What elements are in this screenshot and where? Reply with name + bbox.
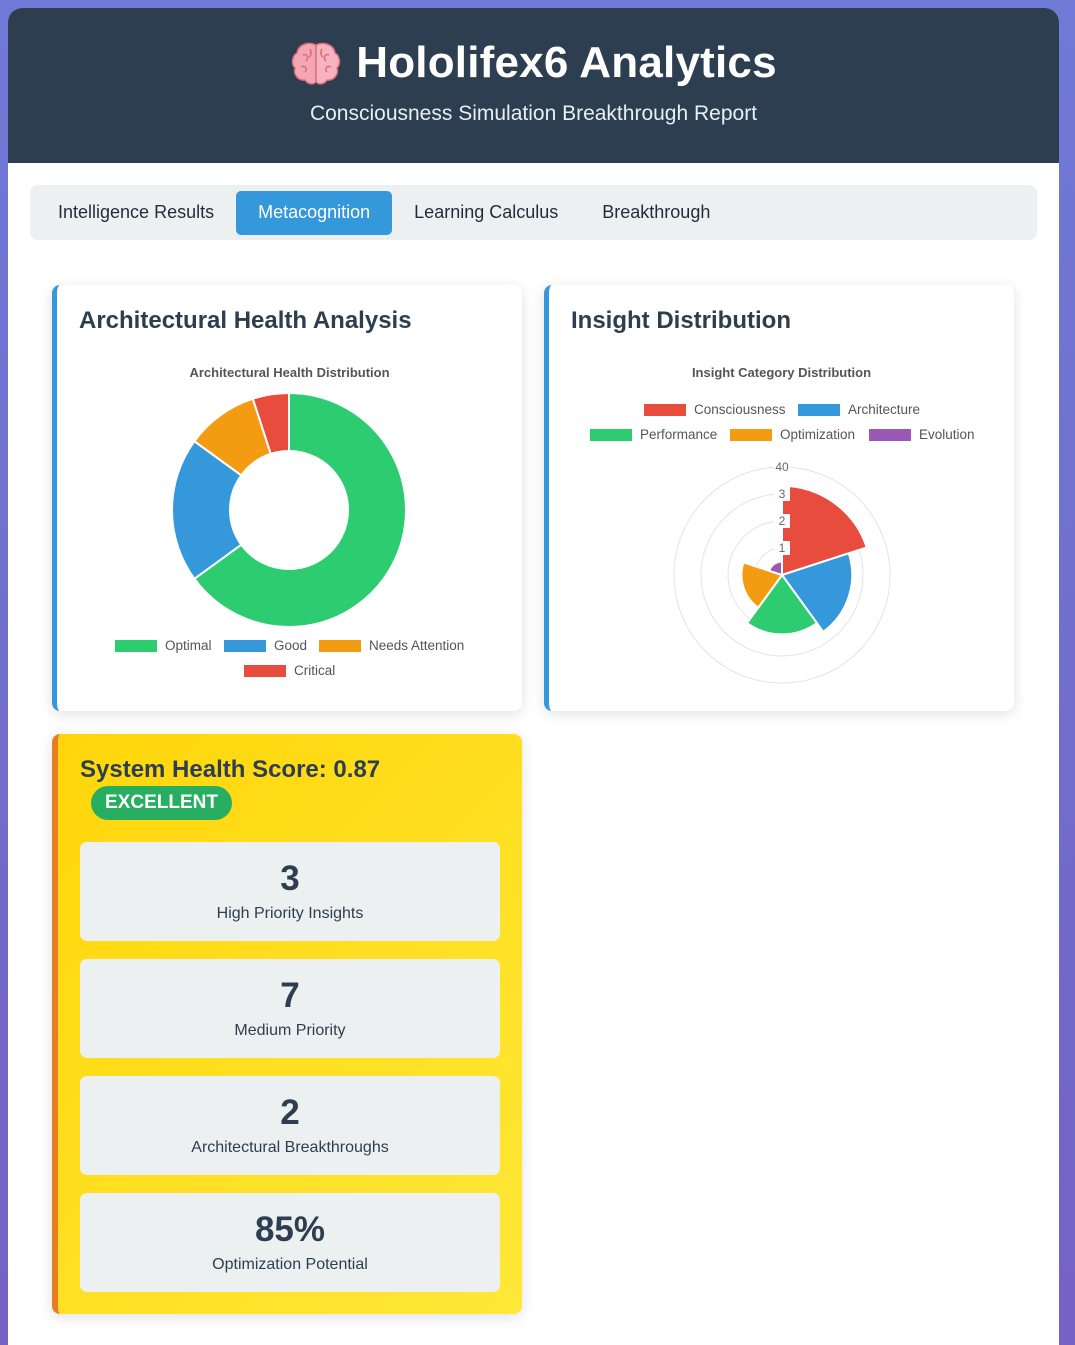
legend-swatch xyxy=(115,639,157,652)
legend-item-critical[interactable]: Critical xyxy=(244,663,335,678)
tab-learning-calculus[interactable]: Learning Calculus xyxy=(392,191,580,235)
legend-item-good[interactable]: Good xyxy=(224,638,307,653)
metric-label: Medium Priority xyxy=(234,1022,346,1039)
legend-item-architecture[interactable]: Architecture xyxy=(798,402,920,417)
tab-breakthrough[interactable]: Breakthrough xyxy=(580,191,732,235)
radial-tick-label: 2 xyxy=(779,514,786,528)
legend-swatch xyxy=(869,428,911,441)
polar-area-chart[interactable]: 1 2 3 40 xyxy=(549,450,1014,690)
architecture-card-heading: Architectural Health Analysis xyxy=(79,307,412,334)
legend-label: Needs Attention xyxy=(369,638,465,653)
tab-metacognition[interactable]: Metacognition xyxy=(236,190,393,235)
legend-label: Optimal xyxy=(165,638,212,653)
legend-swatch xyxy=(644,403,686,416)
metric-label: High Priority Insights xyxy=(216,905,364,922)
brain-icon xyxy=(290,39,342,87)
legend-swatch xyxy=(730,428,772,441)
metric-value: 7 xyxy=(280,976,300,1015)
radial-tick-label: 40 xyxy=(775,460,789,474)
architecture-health-card: Architectural Health Analysis Architectu… xyxy=(52,285,522,711)
legend-swatch xyxy=(590,428,632,441)
legend-swatch xyxy=(224,639,266,652)
legend-label: Critical xyxy=(294,663,336,678)
legend-swatch xyxy=(244,664,286,677)
legend-item-needs-attention[interactable]: Needs Attention xyxy=(319,638,464,653)
metric-label: Architectural Breakthroughs xyxy=(191,1139,389,1156)
radial-tick-label: 3 xyxy=(779,487,786,501)
page-title: Hololifex6 Analytics xyxy=(356,38,777,87)
title-row: Hololifex6 Analytics xyxy=(8,8,1059,88)
legend-label: Architecture xyxy=(848,402,921,417)
tab-intelligence-results[interactable]: Intelligence Results xyxy=(36,191,236,235)
legend-item-evolution[interactable]: Evolution xyxy=(869,427,975,442)
legend-item-performance[interactable]: Performance xyxy=(590,427,717,442)
health-score-title: System Health Score: 0.87 xyxy=(80,756,381,783)
tab-bar: Intelligence Results Metacognition Learn… xyxy=(30,185,1037,240)
insight-card-heading: Insight Distribution xyxy=(571,307,791,334)
polar-chart-title: Insight Category Distribution xyxy=(691,365,872,380)
system-health-card: System Health Score: 0.87 EXCELLENT 3 Hi… xyxy=(52,734,522,1314)
legend-label: Performance xyxy=(640,427,718,442)
dashboard-app: Hololifex6 Analytics Consciousness Simul… xyxy=(8,8,1059,1345)
legend-item-consciousness[interactable]: Consciousness xyxy=(644,402,786,417)
radial-tick-label: 1 xyxy=(779,541,786,555)
doughnut-chart-title: Architectural Health Distribution xyxy=(189,365,390,380)
page-subtitle: Consciousness Simulation Breakthrough Re… xyxy=(309,102,758,125)
status-badge: EXCELLENT xyxy=(91,786,232,820)
legend-item-optimization[interactable]: Optimization xyxy=(730,427,855,442)
insight-distribution-card: Insight Distribution Insight Category Di… xyxy=(544,285,1014,711)
metric-value: 3 xyxy=(280,859,300,898)
legend-label: Consciousness xyxy=(694,402,786,417)
metric-card-high-priority: 3 High Priority Insights xyxy=(80,842,500,941)
legend-item-optimal[interactable]: Optimal xyxy=(115,638,212,653)
metric-label: Optimization Potential xyxy=(212,1256,368,1273)
metric-value: 85% xyxy=(254,1210,326,1249)
metric-card-medium-priority: 7 Medium Priority xyxy=(80,959,500,1058)
metric-card-optimization-potential: 85% Optimization Potential xyxy=(80,1193,500,1292)
legend-label: Evolution xyxy=(919,427,975,442)
legend-swatch xyxy=(319,639,361,652)
legend-swatch xyxy=(798,403,840,416)
page-header: Hololifex6 Analytics Consciousness Simul… xyxy=(8,8,1059,163)
metric-card-breakthroughs: 2 Architectural Breakthroughs xyxy=(80,1076,500,1175)
metric-value: 2 xyxy=(280,1093,300,1132)
doughnut-chart[interactable] xyxy=(57,385,522,645)
legend-label: Good xyxy=(274,638,308,653)
legend-label: Optimization xyxy=(780,427,856,442)
